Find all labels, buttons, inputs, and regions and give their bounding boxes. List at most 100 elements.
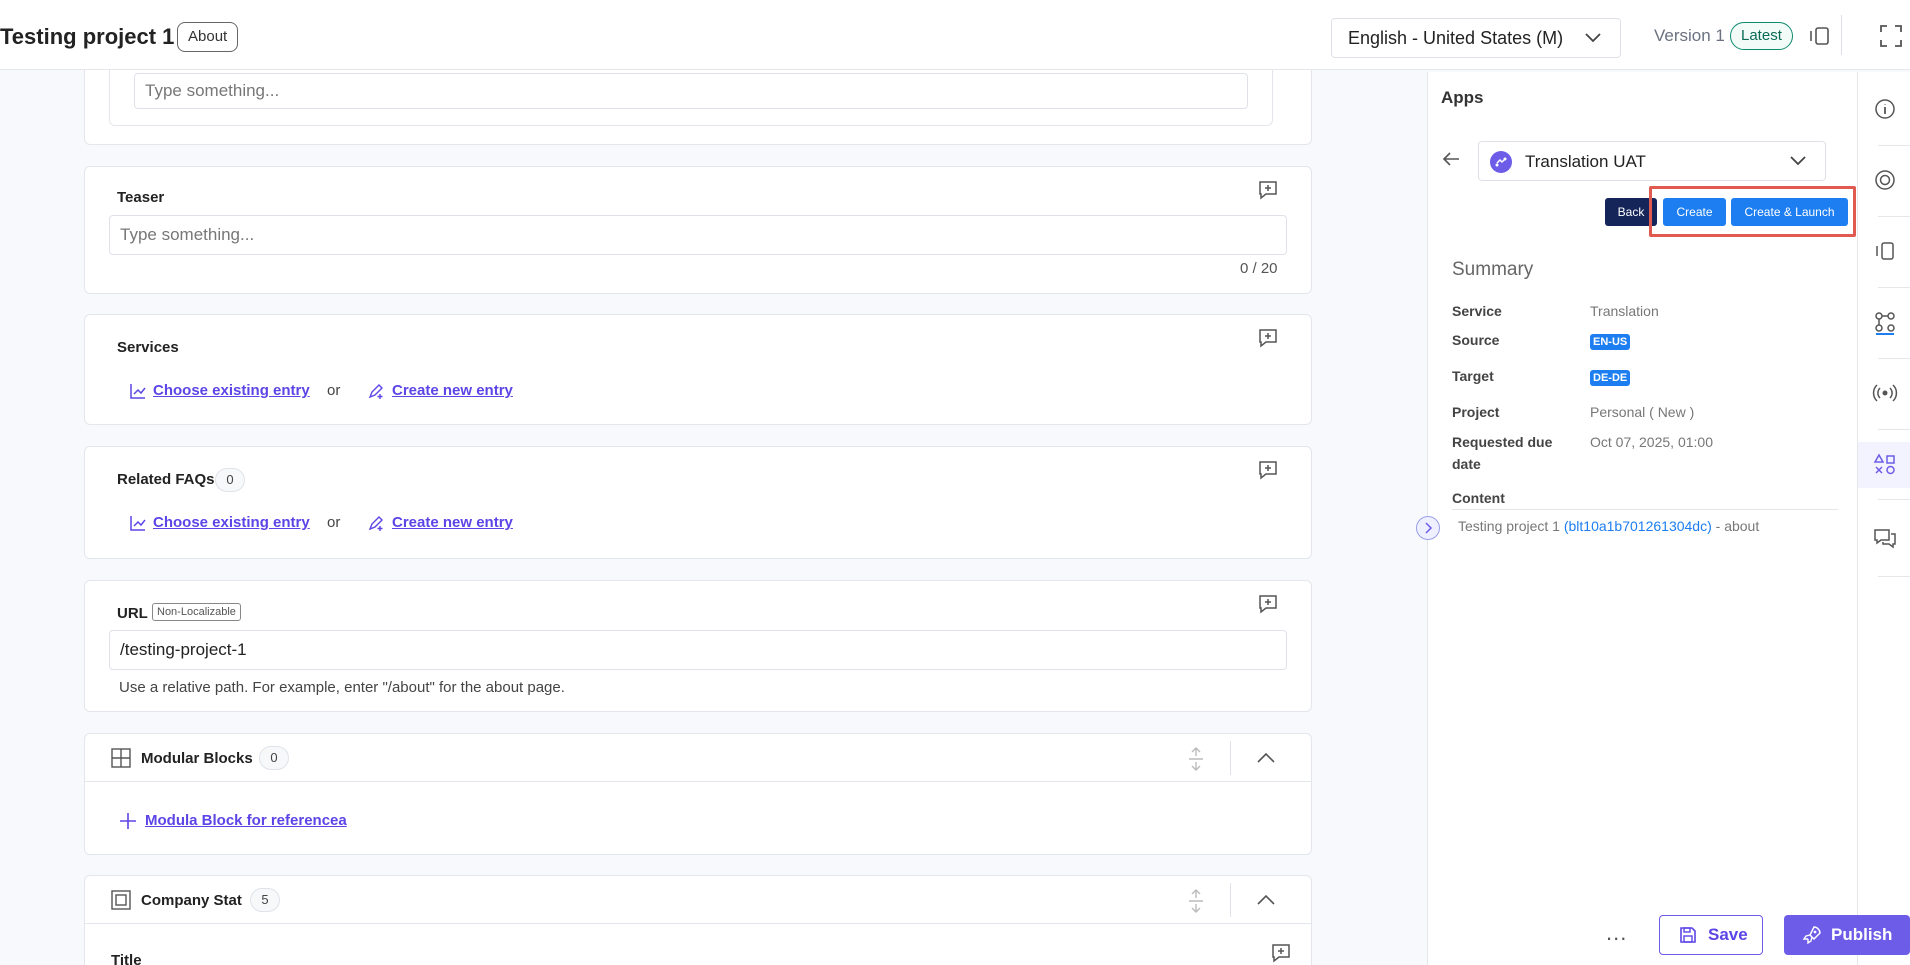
services-card: Services Choose existing entry or Create…: [84, 314, 1312, 425]
header-divider: [1841, 15, 1842, 55]
content-suffix: - about: [1715, 518, 1760, 534]
top-field-card: Type something...: [84, 70, 1312, 145]
compare-icon[interactable]: [1872, 238, 1898, 264]
rail-divider: [1878, 429, 1910, 430]
summary-key-content: Content: [1452, 490, 1505, 506]
summary-value-service: Translation: [1590, 303, 1659, 319]
reorder-icon[interactable]: [1186, 746, 1206, 772]
header-divider: [1230, 741, 1231, 775]
publish-button[interactable]: Publish: [1784, 915, 1910, 955]
top-bar: Testing project 1 About English - United…: [0, 0, 1910, 70]
add-comment-icon[interactable]: [1257, 327, 1279, 349]
create-and-launch-button[interactable]: Create & Launch: [1731, 198, 1848, 226]
broadcast-icon[interactable]: [1872, 380, 1898, 406]
modular-blocks-count: 0: [259, 746, 289, 770]
summary-value-project: Personal ( New ): [1590, 404, 1695, 420]
collapse-icon[interactable]: [1255, 748, 1277, 768]
or-text: or: [327, 382, 341, 399]
url-help-text: Use a relative path. For example, enter …: [119, 679, 565, 696]
create-new-entry-link[interactable]: Create new entry: [392, 382, 513, 399]
add-modular-block-link[interactable]: Modula Block for referencea: [145, 812, 347, 829]
locale-label: English - United States (M): [1348, 28, 1564, 48]
collapse-icon[interactable]: [1255, 890, 1277, 910]
content-uid-link[interactable]: (blt10a1b701261304dc): [1564, 518, 1712, 534]
info-icon[interactable]: [1872, 96, 1898, 122]
modular-blocks-card: Modular Blocks 0 Modula Block for refere…: [84, 733, 1312, 855]
plus-icon: [120, 813, 136, 829]
summary-key-project: Project: [1452, 404, 1500, 420]
company-stat-label: Company Stat: [141, 892, 242, 909]
chevron-down-icon: [1585, 33, 1601, 43]
content-title: Testing project 1: [1458, 518, 1560, 534]
more-options-button[interactable]: ...: [1606, 920, 1627, 946]
save-label: Save: [1708, 925, 1748, 944]
latest-badge: Latest: [1730, 22, 1793, 50]
locale-select[interactable]: English - United States (M): [1331, 18, 1621, 58]
choose-entry-icon: [130, 516, 146, 531]
entry-title: Testing project 1: [0, 24, 175, 49]
summary-key-due-date: Requested due date: [1452, 434, 1553, 472]
related-faqs-count: 0: [215, 468, 245, 492]
url-label: URL: [117, 605, 148, 622]
choose-existing-entry-link[interactable]: Choose existing entry: [153, 382, 310, 399]
rail-divider: [1878, 499, 1910, 500]
create-button[interactable]: Create: [1663, 198, 1726, 226]
rail-divider: [1878, 287, 1910, 288]
chat-icon[interactable]: [1872, 525, 1898, 551]
fullscreen-icon[interactable]: [1877, 22, 1905, 50]
teaser-char-counter: 0 / 20: [1240, 260, 1278, 277]
target-icon[interactable]: [1872, 167, 1898, 193]
top-field-group: Type something...: [109, 70, 1273, 126]
choose-existing-entry-link[interactable]: Choose existing entry: [153, 514, 310, 531]
right-icon-rail: [1857, 72, 1910, 965]
modular-blocks-label: Modular Blocks: [141, 750, 253, 767]
app-select[interactable]: Translation UAT: [1478, 141, 1826, 181]
reorder-icon[interactable]: [1186, 888, 1206, 914]
rocket-icon: [1802, 926, 1821, 945]
about-chip[interactable]: About: [177, 22, 239, 52]
save-icon: [1680, 927, 1696, 943]
entry-form: Type something... Teaser Type something.…: [0, 70, 1425, 965]
block-header-divider: [85, 781, 1311, 782]
header-divider: [1230, 883, 1231, 917]
add-comment-icon[interactable]: [1257, 459, 1279, 481]
content-item: Testing project 1 (blt10a1b701261304dc) …: [1458, 518, 1759, 534]
rail-divider: [1878, 216, 1910, 217]
create-new-entry-link[interactable]: Create new entry: [392, 514, 513, 531]
add-comment-icon[interactable]: [1257, 593, 1279, 615]
chevron-down-icon: [1790, 156, 1806, 166]
add-comment-icon[interactable]: [1257, 179, 1279, 201]
back-button[interactable]: Back: [1605, 198, 1657, 226]
panel-title: Apps: [1441, 88, 1484, 107]
teaser-input[interactable]: Type something...: [109, 215, 1287, 255]
source-language-badge: EN-US: [1590, 334, 1631, 350]
teaser-label: Teaser: [117, 189, 165, 206]
url-input[interactable]: /testing-project-1: [109, 630, 1287, 670]
or-text: or: [327, 514, 341, 531]
apps-icon[interactable]: [1872, 452, 1898, 478]
workflow-icon[interactable]: [1872, 309, 1898, 335]
summary-key-target: Target: [1452, 368, 1494, 384]
summary-key-service: Service: [1452, 303, 1502, 319]
grid-icon: [111, 748, 131, 768]
block-header-divider: [85, 923, 1311, 924]
target-language-badge: DE-DE: [1590, 370, 1631, 386]
company-stat-title-label: Title: [111, 952, 142, 965]
summary-title: Summary: [1452, 259, 1534, 280]
summary-value-due-date: Oct 07, 2025, 01:00: [1590, 434, 1713, 450]
choose-entry-icon: [130, 384, 146, 399]
add-comment-icon[interactable]: [1270, 942, 1292, 964]
back-arrow-icon[interactable]: [1440, 148, 1462, 170]
compare-icon[interactable]: [1806, 22, 1834, 50]
teaser-card: Teaser Type something... 0 / 20: [84, 166, 1312, 294]
app-logo-icon: [1490, 151, 1512, 173]
chevron-right-icon: [1425, 522, 1433, 534]
top-text-input[interactable]: Type something...: [134, 73, 1248, 109]
non-localizable-badge: Non-Localizable: [152, 603, 241, 621]
summary-key-source: Source: [1452, 332, 1500, 348]
save-button[interactable]: Save: [1659, 915, 1763, 955]
expand-content-button[interactable]: [1416, 516, 1440, 540]
create-entry-icon: [368, 384, 383, 399]
company-stat-card: Company Stat 5 Title: [84, 875, 1312, 965]
apps-panel: Apps Translation UAT Back Create Create …: [1416, 72, 1857, 965]
